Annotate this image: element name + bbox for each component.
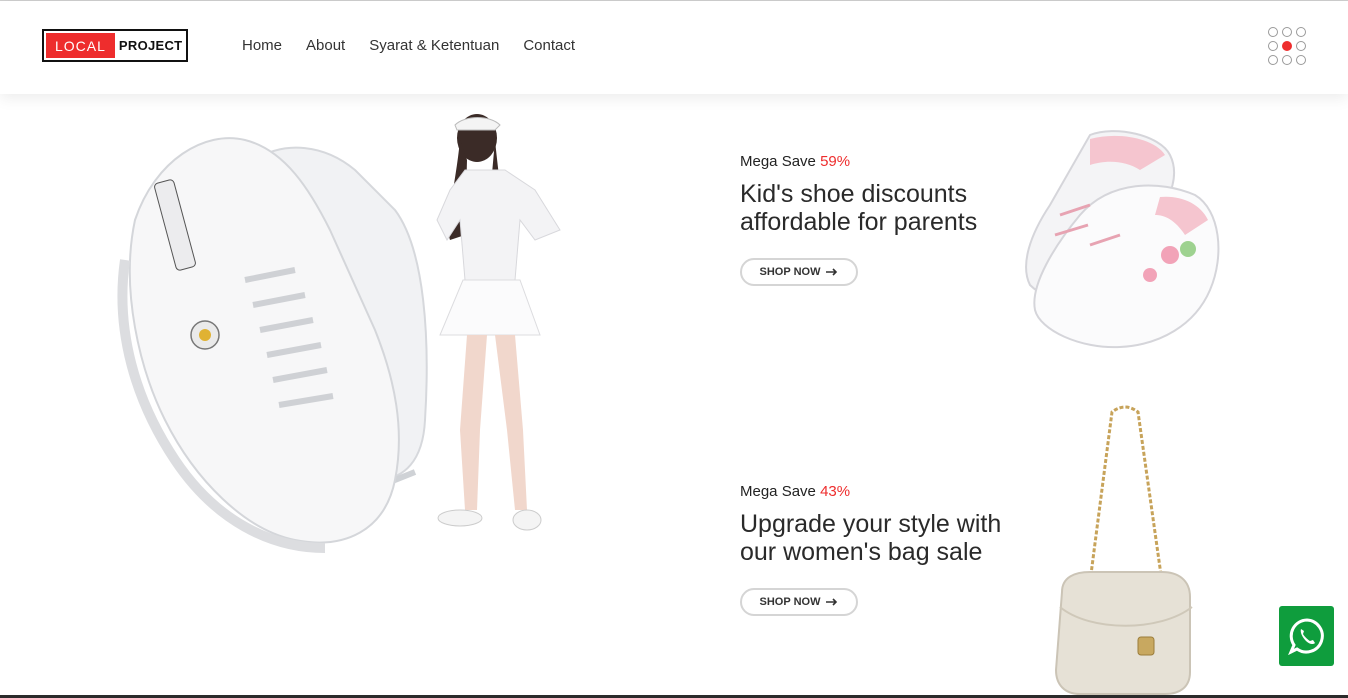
promo-title: Upgrade your style with our women's bag … [740,510,1001,566]
shop-now-button[interactable]: SHOP NOW [740,258,858,286]
dots-grid-icon[interactable] [1268,27,1312,69]
model-figure [436,114,561,531]
promo-womens-bag: Mega Save 43% Upgrade your style with ou… [740,483,1001,616]
whatsapp-icon [1287,618,1324,655]
promo-tag: Mega Save 59% [740,153,977,170]
main-nav: Home About Syarat & Ketentuan Contact [242,37,575,54]
promo-percent: 59% [820,153,851,170]
promo-title-line2: affordable for parents [740,208,978,236]
site-logo[interactable]: LOCAL PROJECT [42,29,188,62]
logo-local-text: LOCAL [46,33,115,58]
shop-now-label: SHOP NOW [759,596,821,608]
hero-sneakers-model-image [117,114,561,553]
logo-project-text: PROJECT [118,38,183,53]
nav-home[interactable]: Home [242,37,282,54]
nav-about[interactable]: About [306,37,345,54]
shop-now-label: SHOP NOW [759,266,821,278]
promo-title-line2: our women's bag sale [740,538,983,566]
arrow-right-icon [826,598,838,606]
nav-contact[interactable]: Contact [523,37,575,54]
promo-tag-prefix: Mega Save [740,153,816,170]
promo-title-line1: Upgrade your style with [740,510,1002,538]
promo-tag: Mega Save 43% [740,483,1001,500]
kids-shoes-image [1025,130,1220,349]
promo-kids-shoes: Mega Save 59% Kid's shoe discounts affor… [740,153,977,286]
shop-now-button[interactable]: SHOP NOW [740,588,858,616]
daisy-flower [190,320,220,350]
promo-percent: 43% [820,483,851,500]
promo-title-line1: Kid's shoe discounts [740,180,968,208]
promo-tag-prefix: Mega Save [740,483,816,500]
promo-title: Kid's shoe discounts affordable for pare… [740,180,977,236]
nav-terms[interactable]: Syarat & Ketentuan [369,37,499,54]
arrow-right-icon [826,268,838,276]
site-header: LOCAL PROJECT Home About Syarat & Ketent… [0,1,1348,94]
womens-bag-image [1054,405,1193,695]
whatsapp-button[interactable] [1279,606,1334,666]
